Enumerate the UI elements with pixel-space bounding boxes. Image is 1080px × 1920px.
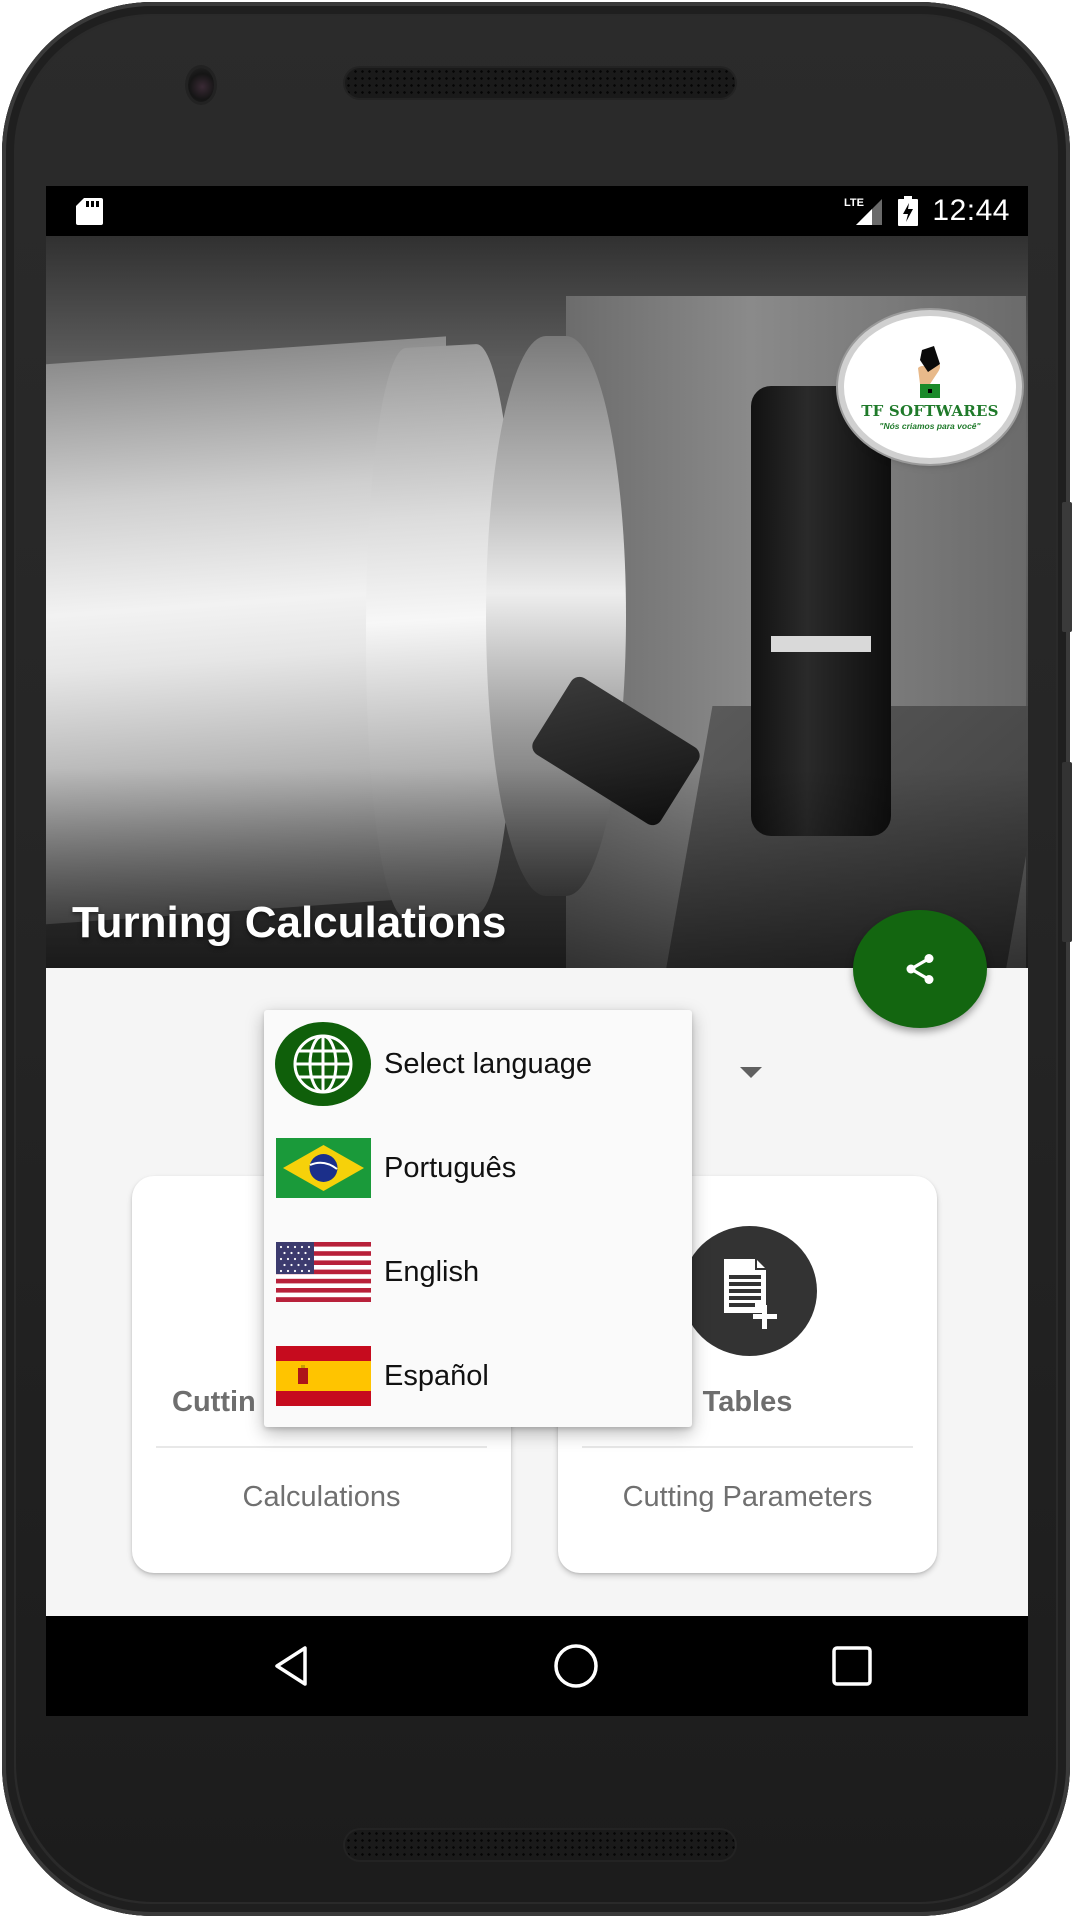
- recent-apps-icon: [832, 1646, 872, 1686]
- document-add-icon: [682, 1226, 817, 1356]
- clock: 12:44: [932, 194, 1010, 227]
- share-icon: [906, 954, 934, 984]
- language-option-label: Português: [384, 1151, 517, 1184]
- svg-text:LTE: LTE: [844, 197, 864, 209]
- globe-icon: [275, 1022, 371, 1106]
- logo-name: TF SOFTWARES: [861, 401, 999, 420]
- lte-signal-icon: LTE: [844, 197, 883, 225]
- back-icon: [275, 1646, 307, 1686]
- recent-apps-button[interactable]: [822, 1636, 882, 1696]
- power-button: [1062, 502, 1072, 632]
- hand-holding-device-icon: [918, 345, 940, 398]
- brazil-flag-icon: [276, 1138, 371, 1198]
- sd-card-icon: [76, 198, 103, 225]
- battery-charging-icon: [898, 196, 919, 226]
- language-option-label: Español: [384, 1359, 489, 1392]
- navigation-bar: [46, 1616, 1028, 1716]
- status-bar: LTE 12:44: [46, 186, 1028, 236]
- page-title: Turning Calculations: [72, 898, 507, 947]
- bottom-speaker: [345, 1830, 735, 1860]
- card-divider: [582, 1446, 913, 1448]
- earpiece-speaker: [345, 68, 735, 98]
- language-spinner-arrow-icon[interactable]: [740, 1067, 762, 1078]
- home-icon: [554, 1644, 598, 1688]
- back-button[interactable]: [261, 1636, 321, 1696]
- language-option-portugues[interactable]: Português: [264, 1116, 692, 1220]
- spain-flag-icon: [276, 1346, 371, 1406]
- language-option-select[interactable]: Select language: [264, 1012, 692, 1116]
- header-image: TF SOFTWARES "Nós criamos para você" Tur…: [46, 236, 1028, 968]
- language-option-label: Select language: [384, 1047, 592, 1080]
- card-subtitle: Calculations: [242, 1481, 401, 1513]
- volume-button: [1062, 762, 1072, 942]
- screen: LTE 12:44 TF SOFTWARES "Nós criamos para…: [46, 186, 1028, 1716]
- home-button[interactable]: [546, 1636, 606, 1696]
- card-divider: [156, 1446, 487, 1448]
- us-flag-icon: [276, 1242, 371, 1302]
- card-subtitle: Cutting Parameters: [622, 1481, 873, 1513]
- language-option-espanol[interactable]: Español: [264, 1324, 692, 1428]
- status-icons: LTE 12:44: [844, 186, 1010, 236]
- front-camera: [188, 68, 214, 102]
- language-option-english[interactable]: English: [264, 1220, 692, 1324]
- language-option-label: English: [384, 1255, 480, 1288]
- logo-slogan: "Nós criamos para você": [879, 420, 981, 431]
- tf-softwares-logo: TF SOFTWARES "Nós criamos para você": [844, 316, 1016, 458]
- share-button[interactable]: [853, 910, 987, 1028]
- language-dropdown: Select language Português English Españo…: [264, 1010, 692, 1427]
